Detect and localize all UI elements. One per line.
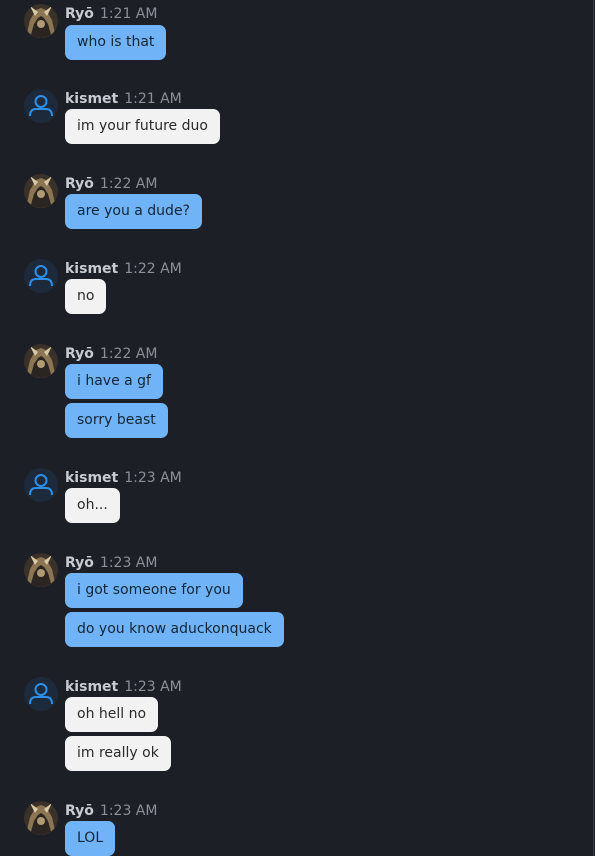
- message-bubble[interactable]: im your future duo: [65, 109, 220, 144]
- default-user-icon[interactable]: [24, 468, 58, 502]
- timestamp: 1:22 AM: [99, 176, 158, 192]
- message-bubble[interactable]: LOL: [65, 821, 116, 856]
- message-bubble[interactable]: oh...: [65, 488, 120, 523]
- message-bubble[interactable]: do you know aduckonquack: [65, 612, 284, 647]
- message-bubble[interactable]: oh hell no: [65, 697, 159, 732]
- message-meta: Ryō 1:21 AM: [65, 4, 157, 22]
- character-avatar-icon[interactable]: [24, 4, 58, 38]
- author-name[interactable]: Ryō: [65, 346, 94, 362]
- message-meta: Ryō 1:22 AM: [65, 174, 157, 192]
- message-bubble[interactable]: who is that: [65, 25, 167, 60]
- message-meta: Ryō 1:23 AM: [65, 801, 157, 819]
- timestamp: 1:23 AM: [124, 679, 182, 695]
- chat-thread: Ryō 1:21 AM who is that kismet 1:21 AM im …: [0, 0, 594, 856]
- timestamp: 1:23 AM: [99, 803, 158, 819]
- author-name[interactable]: Ryō: [65, 6, 94, 22]
- author-name[interactable]: Ryō: [65, 803, 94, 819]
- character-avatar-icon[interactable]: [24, 553, 58, 587]
- default-user-icon[interactable]: [24, 259, 58, 293]
- default-user-icon[interactable]: [24, 89, 58, 123]
- author-name[interactable]: kismet: [65, 261, 118, 277]
- timestamp: 1:21 AM: [99, 6, 158, 22]
- character-avatar-icon[interactable]: [24, 344, 58, 378]
- author-name[interactable]: kismet: [65, 91, 118, 107]
- timestamp: 1:22 AM: [124, 261, 182, 277]
- timestamp: 1:21 AM: [124, 91, 182, 107]
- message-bubble[interactable]: no: [65, 279, 107, 314]
- author-name[interactable]: Ryō: [65, 176, 94, 192]
- message-bubble[interactable]: i got someone for you: [65, 573, 243, 608]
- author-name[interactable]: kismet: [65, 679, 118, 695]
- timestamp: 1:22 AM: [99, 346, 158, 362]
- character-avatar-icon[interactable]: [24, 801, 58, 835]
- author-name[interactable]: kismet: [65, 470, 118, 486]
- message-bubble[interactable]: i have a gf: [65, 364, 163, 399]
- author-name[interactable]: Ryō: [65, 555, 94, 571]
- message-meta: kismet 1:23 AM: [65, 468, 182, 486]
- message-bubble[interactable]: im really ok: [65, 736, 171, 771]
- message-meta: Ryō 1:23 AM: [65, 553, 157, 571]
- message-meta: kismet 1:22 AM: [65, 259, 182, 277]
- default-user-icon[interactable]: [24, 677, 58, 711]
- timestamp: 1:23 AM: [99, 555, 158, 571]
- message-bubble[interactable]: sorry beast: [65, 403, 168, 438]
- message-bubble[interactable]: are you a dude?: [65, 194, 202, 229]
- message-meta: Ryō 1:22 AM: [65, 344, 157, 362]
- message-meta: kismet 1:23 AM: [65, 677, 182, 695]
- message-meta: kismet 1:21 AM: [65, 89, 182, 107]
- character-avatar-icon[interactable]: [24, 174, 58, 208]
- timestamp: 1:23 AM: [124, 470, 182, 486]
